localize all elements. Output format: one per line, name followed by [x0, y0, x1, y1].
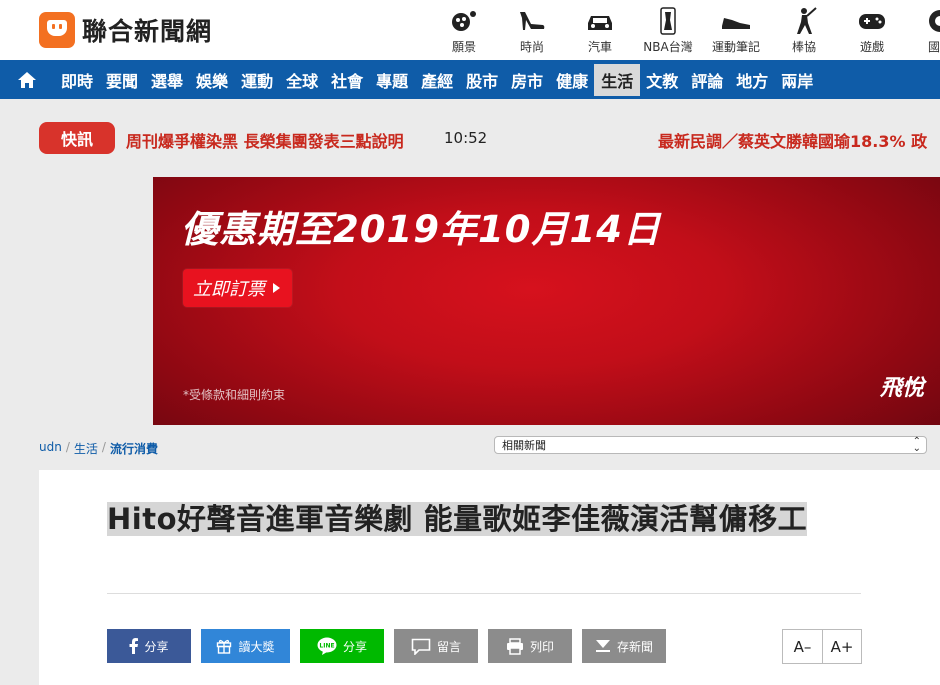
top-header: 聯合新聞網 願景 時尚 汽車 NBA台灣 運動筆記 棒協 遊戲 國 — [0, 0, 940, 60]
printer-icon — [506, 637, 524, 655]
facebook-share-button[interactable]: 分享 — [107, 629, 191, 663]
nav-item-headlines[interactable]: 要聞 — [99, 64, 145, 96]
nav-item-society[interactable]: 社會 — [324, 64, 370, 96]
select-arrows-icon: ⌃ ⌄ — [912, 436, 921, 454]
ad-book-now-button[interactable]: 立即訂票 — [183, 269, 292, 307]
breadcrumb-consumer[interactable]: 流行消費 — [110, 440, 158, 457]
breadcrumb-life[interactable]: 生活 — [74, 440, 98, 457]
ad-brand: 飛悅 — [880, 376, 925, 401]
print-button[interactable]: 列印 — [488, 629, 572, 663]
site-name: 聯合新聞網 — [82, 17, 213, 46]
top-cat-games[interactable]: 遊戲 — [838, 6, 906, 55]
sneaker-icon — [720, 6, 752, 36]
comment-button[interactable]: 留言 — [394, 629, 478, 663]
gift-icon — [216, 638, 232, 654]
top-cat-label: 汽車 — [587, 40, 612, 54]
nav-item-housing[interactable]: 房市 — [504, 64, 550, 96]
breadcrumb-udn[interactable]: udn — [39, 440, 62, 457]
related-news-value: 相關新聞 — [502, 439, 546, 452]
top-cat-vision[interactable]: 願景 — [430, 6, 498, 55]
nba-icon — [660, 6, 676, 36]
breadcrumb-separator: / — [65, 440, 70, 454]
nav-item-cross-strait[interactable]: 兩岸 — [774, 64, 820, 96]
top-cat-nba[interactable]: NBA台灣 — [634, 6, 702, 55]
breadcrumb: udn / 生活 / 流行消費 — [39, 440, 158, 457]
ad-headline: 優惠期至2019年10月14日 — [181, 208, 661, 251]
nav-item-business[interactable]: 產經 — [414, 64, 460, 96]
ad-disclaimer: *受條款和細則約束 — [183, 388, 286, 402]
breadcrumb-separator: / — [101, 440, 106, 454]
flash-badge[interactable]: 快訊 — [39, 122, 115, 154]
comment-icon — [411, 638, 431, 655]
share-toolbar: 分享 讀大獎 LINE 分享 留言 列印 存新聞 — [107, 629, 676, 663]
title-divider — [107, 593, 861, 594]
nav-item-global[interactable]: 全球 — [279, 64, 325, 96]
home-icon — [18, 71, 36, 88]
flash-headline[interactable]: 周刊爆爭權染黑 長榮集團發表三點說明 — [126, 128, 404, 152]
line-icon: LINE — [317, 637, 337, 655]
nav-item-life[interactable]: 生活 — [594, 63, 641, 96]
download-icon — [595, 638, 611, 654]
baseball-player-icon — [790, 6, 818, 36]
flash-headline-right[interactable]: 最新民調／蔡英文勝韓國瑜18.3% 政 — [658, 128, 927, 152]
ad-banner[interactable]: 優惠期至2019年10月14日 立即訂票 *受條款和細則約束 飛悅 — [153, 177, 940, 425]
article-title: Hito好聲音進軍音樂劇 能量歌姬李佳薇演活幫傭移工 — [107, 498, 862, 540]
top-cat-label: 時尚 — [519, 40, 544, 54]
nav-item-features[interactable]: 專題 — [369, 64, 415, 96]
nav-item-opinion[interactable]: 評論 — [684, 64, 730, 96]
font-size-controls: A– A+ — [782, 629, 862, 664]
home-button[interactable] — [0, 60, 54, 99]
top-cat-car[interactable]: 汽車 — [566, 6, 634, 55]
facebook-icon — [129, 638, 139, 654]
nav-item-stocks[interactable]: 股市 — [459, 64, 505, 96]
top-cat-label: 運動筆記 — [711, 40, 760, 54]
top-cat-baseball[interactable]: 棒協 — [770, 6, 838, 55]
flash-time: 10:52 — [444, 129, 488, 147]
top-cat-label: 遊戲 — [859, 40, 884, 54]
top-cat-world[interactable]: 國際 — [906, 6, 940, 55]
top-cat-label: 願景 — [451, 40, 476, 54]
top-cat-label: 棒協 — [791, 40, 816, 54]
globe-icon — [926, 6, 940, 36]
article-card: Hito好聲音進軍音樂劇 能量歌姬李佳薇演活幫傭移工 分享 讀大獎 LINE 分… — [39, 470, 940, 685]
play-arrow-icon — [273, 283, 280, 293]
car-icon — [585, 6, 615, 36]
read-prize-label: 讀大獎 — [238, 639, 275, 654]
main-nav: 即時 要聞 選舉 娛樂 運動 全球 社會 專題 產經 股市 房市 健康 生活 文… — [0, 60, 940, 99]
nav-item-election[interactable]: 選舉 — [144, 64, 190, 96]
save-news-label: 存新聞 — [616, 639, 653, 654]
gamepad-icon — [857, 6, 887, 36]
top-cat-running[interactable]: 運動筆記 — [702, 6, 770, 55]
svg-text:LINE: LINE — [319, 643, 334, 650]
nav-item-culture[interactable]: 文教 — [639, 64, 685, 96]
read-prize-button[interactable]: 讀大獎 — [201, 629, 290, 663]
line-share-label: 分享 — [342, 639, 367, 654]
site-logo[interactable]: 聯合新聞網 — [39, 12, 212, 48]
udn-logo-icon — [39, 12, 75, 48]
top-cat-label: NBA台灣 — [643, 40, 693, 54]
top-cat-label: 國際 — [927, 40, 940, 54]
comment-label: 留言 — [436, 639, 461, 654]
ad-button-label: 立即訂票 — [193, 279, 265, 300]
top-cat-fashion[interactable]: 時尚 — [498, 6, 566, 55]
nav-item-entertainment[interactable]: 娛樂 — [189, 64, 235, 96]
article-title-text: Hito好聲音進軍音樂劇 能量歌姬李佳薇演活幫傭移工 — [107, 502, 808, 536]
high-heel-icon — [517, 6, 547, 36]
facebook-share-label: 分享 — [144, 639, 169, 654]
nav-item-health[interactable]: 健康 — [549, 64, 595, 96]
line-share-button[interactable]: LINE 分享 — [300, 629, 384, 663]
vision-icon — [449, 6, 479, 36]
font-decrease-button[interactable]: A– — [783, 630, 822, 663]
related-news-select[interactable]: 相關新聞 ⌃ ⌄ — [494, 436, 927, 454]
top-categories: 願景 時尚 汽車 NBA台灣 運動筆記 棒協 遊戲 國 — [430, 6, 940, 55]
font-increase-button[interactable]: A+ — [822, 630, 861, 663]
nav-item-local[interactable]: 地方 — [729, 64, 775, 96]
nav-item-sports[interactable]: 運動 — [234, 64, 280, 96]
nav-item-instant[interactable]: 即時 — [54, 64, 100, 96]
save-news-button[interactable]: 存新聞 — [582, 629, 666, 663]
print-label: 列印 — [529, 639, 554, 654]
